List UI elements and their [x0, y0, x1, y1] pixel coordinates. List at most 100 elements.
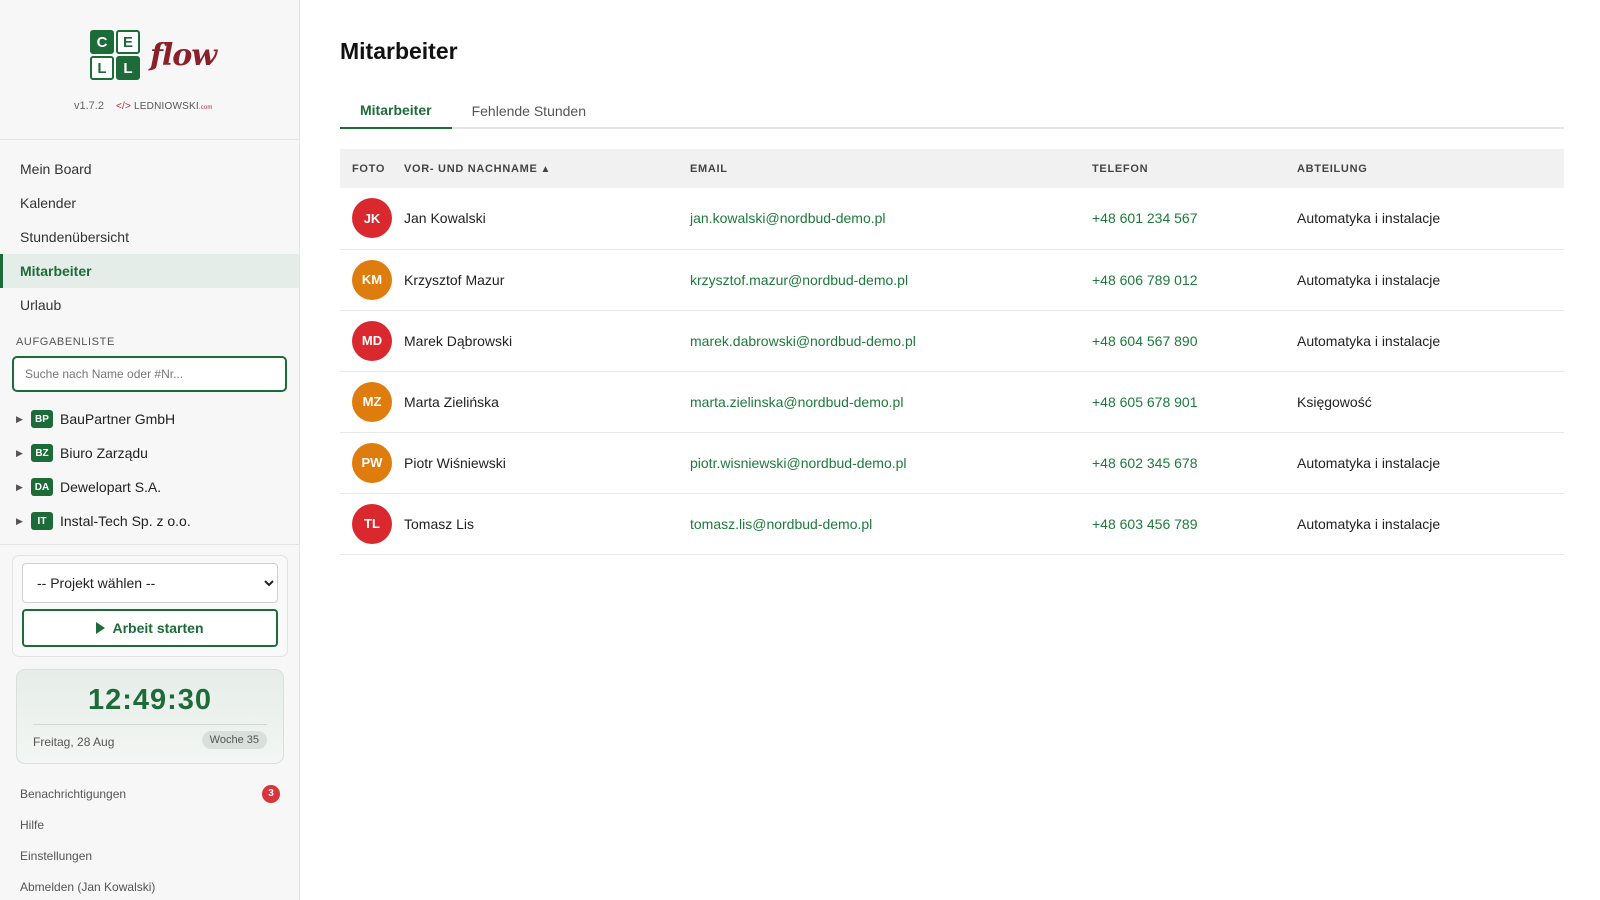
- nav-mitarbeiter[interactable]: Mitarbeiter: [0, 254, 299, 288]
- column-header-department[interactable]: ABTEILUNG: [1297, 149, 1564, 188]
- notifications-label: Benachrichtigungen: [20, 786, 127, 801]
- name-cell: Piotr Wiśniewski: [404, 432, 690, 494]
- phone-link[interactable]: +48 604 567 890: [1092, 333, 1198, 349]
- email-link[interactable]: tomasz.lis@nordbud-demo.pl: [690, 516, 872, 532]
- avatar: MD: [352, 320, 392, 361]
- project-select[interactable]: -- Projekt wählen --: [22, 563, 278, 603]
- phone-link[interactable]: +48 606 789 012: [1092, 272, 1198, 288]
- work-start-card: -- Projekt wählen -- Arbeit starten: [12, 555, 288, 657]
- tasks-section-label: AUFGABENLISTE: [16, 336, 115, 348]
- task-item[interactable]: ▶ BP BauPartner GmbH: [0, 402, 299, 436]
- email-link[interactable]: krzysztof.mazur@nordbud-demo.pl: [690, 272, 908, 288]
- phone-cell: +48 604 567 890: [1092, 310, 1297, 372]
- column-header-email[interactable]: EMAIL: [690, 149, 1092, 188]
- email-link[interactable]: marta.zielinska@nordbud-demo.pl: [690, 394, 903, 410]
- task-name: BauPartner GmbH: [60, 411, 176, 427]
- nav-urlaub[interactable]: Urlaub: [0, 288, 299, 322]
- phone-link[interactable]: +48 601 234 567: [1092, 210, 1198, 226]
- column-header-name-label: VOR- UND NACHNAME: [404, 162, 538, 175]
- phone-cell: +48 602 345 678: [1092, 432, 1297, 494]
- phone-cell: +48 601 234 567: [1092, 188, 1297, 250]
- name-cell: Tomasz Lis: [404, 493, 690, 555]
- start-work-label: Arbeit starten: [112, 620, 204, 636]
- phone-cell: +48 605 678 901: [1092, 371, 1297, 433]
- clock-date: Freitag, 28 Aug: [33, 735, 115, 749]
- main-content: Mitarbeiter Mitarbeiter Fehlende Stunden…: [340, 0, 1564, 555]
- logo-tile: E: [116, 30, 140, 54]
- name-cell: Krzysztof Mazur: [404, 249, 690, 311]
- name-cell: Marta Zielińska: [404, 371, 690, 433]
- phone-link[interactable]: +48 602 345 678: [1092, 455, 1198, 471]
- email-link[interactable]: piotr.wisniewski@nordbud-demo.pl: [690, 455, 907, 471]
- client-badge: BZ: [31, 444, 53, 462]
- column-header-name[interactable]: VOR- UND NACHNAME ▲: [404, 149, 690, 188]
- table-row[interactable]: JK Jan Kowalski jan.kowalski@nordbud-dem…: [340, 188, 1564, 250]
- week-badge: Woche 35: [201, 731, 267, 749]
- tab-fehlende-stunden[interactable]: Fehlende Stunden: [452, 92, 606, 129]
- client-badge: BP: [31, 410, 53, 428]
- nav-mein-board[interactable]: Mein Board: [0, 152, 299, 186]
- email-cell: krzysztof.mazur@nordbud-demo.pl: [690, 249, 1092, 311]
- settings-link[interactable]: Einstellungen: [0, 840, 299, 871]
- notifications-link[interactable]: Benachrichtigungen 3: [0, 778, 299, 809]
- photo-cell: TL: [340, 493, 404, 555]
- logo-area: C E L L flow v1.7.2 </> LEDNIOWSKI.com: [0, 0, 299, 140]
- expand-arrow-icon[interactable]: ▶: [16, 482, 24, 493]
- logout-link[interactable]: Abmelden (Jan Kowalski): [0, 871, 299, 900]
- task-item[interactable]: ▶ IT Instal-Tech Sp. z o.o.: [0, 504, 299, 538]
- column-header-photo: FOTO: [340, 149, 404, 188]
- expand-arrow-icon[interactable]: ▶: [16, 448, 24, 459]
- phone-link[interactable]: +48 603 456 789: [1092, 516, 1198, 532]
- tab-bar: Mitarbeiter Fehlende Stunden: [340, 92, 1564, 129]
- table-row[interactable]: KM Krzysztof Mazur krzysztof.mazur@nordb…: [340, 249, 1564, 311]
- task-item[interactable]: ▶ BZ Biuro Zarządu: [0, 436, 299, 470]
- expand-arrow-icon[interactable]: ▶: [16, 414, 24, 425]
- name-cell: Jan Kowalski: [404, 188, 690, 250]
- photo-cell: MZ: [340, 371, 404, 433]
- expand-arrow-icon[interactable]: ▶: [16, 516, 24, 527]
- nav-kalender[interactable]: Kalender: [0, 186, 299, 220]
- email-link[interactable]: jan.kowalski@nordbud-demo.pl: [690, 210, 886, 226]
- avatar: TL: [352, 503, 392, 544]
- table-row[interactable]: MZ Marta Zielińska marta.zielinska@nordb…: [340, 371, 1564, 433]
- photo-cell: JK: [340, 188, 404, 250]
- help-link[interactable]: Hilfe: [0, 809, 299, 840]
- nav-stundenuebersicht[interactable]: Stundenübersicht: [0, 220, 299, 254]
- department-cell: Automatyka i instalacje: [1297, 310, 1564, 372]
- phone-cell: +48 603 456 789: [1092, 493, 1297, 555]
- avatar: MZ: [352, 381, 392, 422]
- avatar: PW: [352, 442, 392, 483]
- table-row[interactable]: MD Marek Dąbrowski marek.dabrowski@nordb…: [340, 310, 1564, 372]
- logo-tile: L: [116, 56, 140, 80]
- task-name: Dewelopart S.A.: [60, 479, 162, 495]
- logo-tile: L: [90, 56, 114, 80]
- sidebar: C E L L flow v1.7.2 </> LEDNIOWSKI.com Me…: [0, 0, 300, 900]
- clock-time: 12:49:30: [87, 684, 213, 716]
- version-row: v1.7.2 </> LEDNIOWSKI.com: [74, 100, 213, 112]
- photo-cell: PW: [340, 432, 404, 494]
- department-cell: Księgowość: [1297, 371, 1564, 433]
- email-link[interactable]: marek.dabrowski@nordbud-demo.pl: [690, 333, 916, 349]
- table-header-row: FOTO VOR- UND NACHNAME ▲ EMAIL TELEFON AB…: [340, 149, 1564, 188]
- logo-word: flow: [150, 38, 217, 73]
- task-list: ▶ BP BauPartner GmbH ▶ BZ Biuro Zarządu …: [0, 402, 299, 545]
- task-item[interactable]: ▶ DA Dewelopart S.A.: [0, 470, 299, 504]
- tab-mitarbeiter[interactable]: Mitarbeiter: [340, 92, 452, 129]
- app-logo[interactable]: C E L L flow: [90, 30, 230, 85]
- column-header-phone[interactable]: TELEFON: [1092, 149, 1297, 188]
- page-title: Mitarbeiter: [340, 38, 458, 64]
- phone-link[interactable]: +48 605 678 901: [1092, 394, 1198, 410]
- employee-table: FOTO VOR- UND NACHNAME ▲ EMAIL TELEFON AB…: [340, 149, 1564, 555]
- table-row[interactable]: TL Tomasz Lis tomasz.lis@nordbud-demo.pl…: [340, 493, 1564, 555]
- phone-cell: +48 606 789 012: [1092, 249, 1297, 311]
- avatar: KM: [352, 259, 392, 300]
- photo-cell: MD: [340, 310, 404, 372]
- notifications-count-badge: 3: [262, 784, 280, 803]
- logo-tile: C: [90, 30, 114, 54]
- department-cell: Automatyka i instalacje: [1297, 493, 1564, 555]
- start-work-button[interactable]: Arbeit starten: [22, 609, 278, 647]
- client-badge: DA: [31, 478, 53, 496]
- task-search-input[interactable]: [12, 356, 287, 392]
- vendor-name: LEDNIOWSKI: [134, 100, 199, 112]
- table-row[interactable]: PW Piotr Wiśniewski piotr.wisniewski@nor…: [340, 432, 1564, 494]
